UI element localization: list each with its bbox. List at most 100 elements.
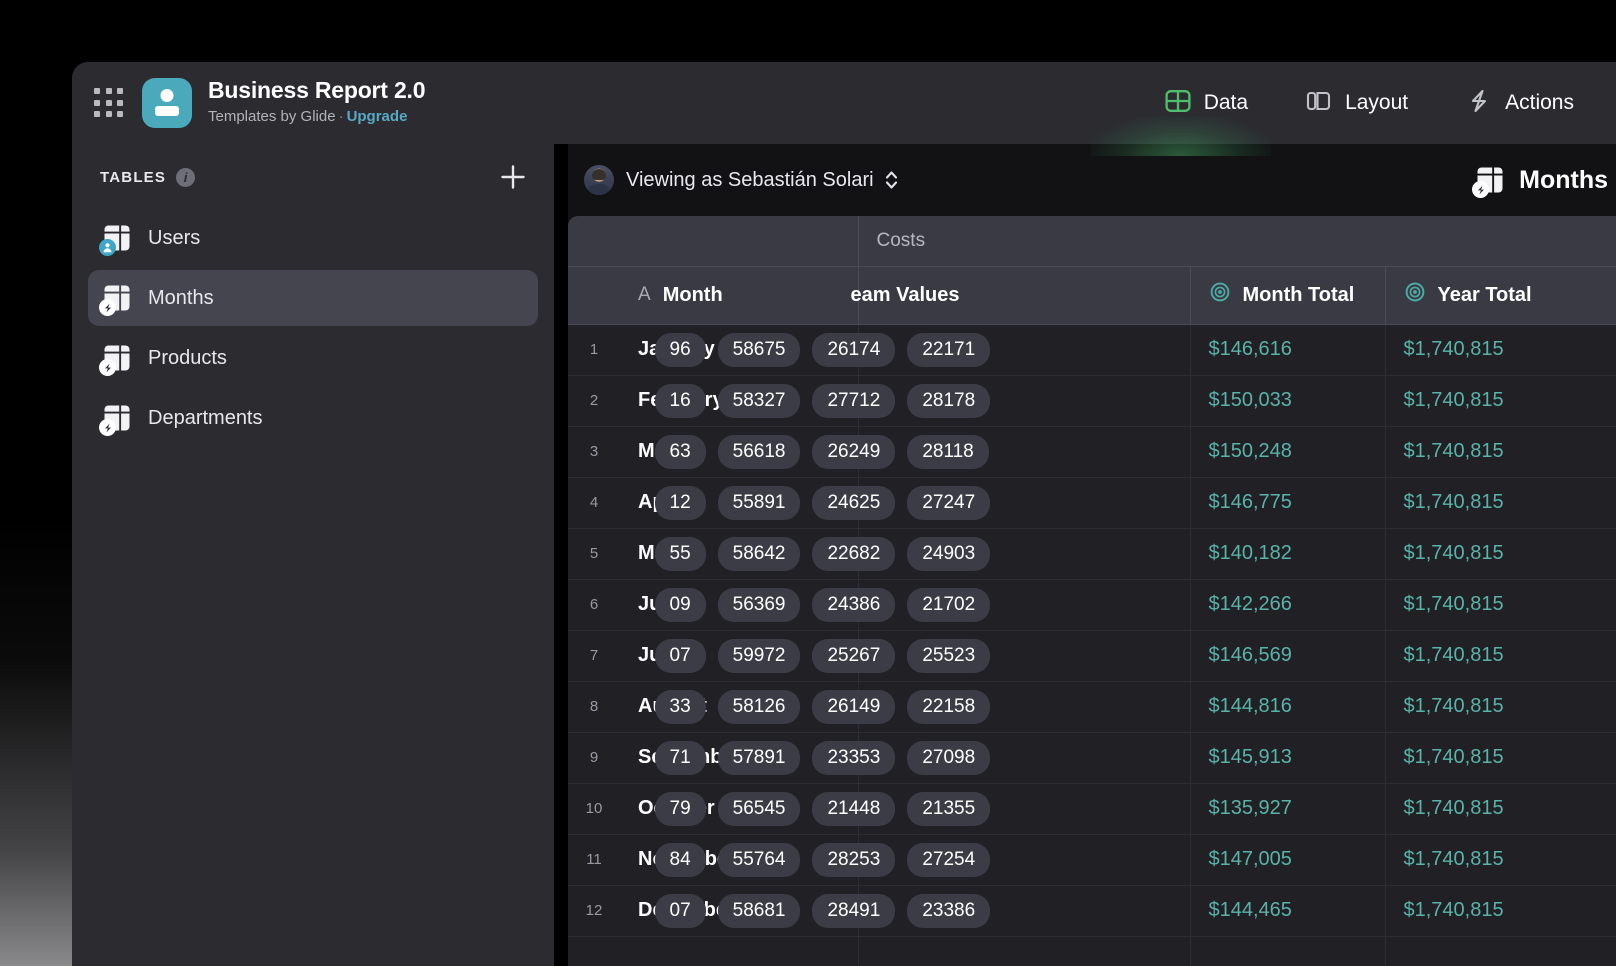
- team-value-pill: 07: [654, 893, 706, 928]
- column-header-year-total-label: Year Total: [1437, 283, 1532, 306]
- table-row[interactable]: 12December07586812849123386$144,465$1,74…: [568, 885, 1616, 937]
- cell-month-total[interactable]: $146,616: [1189, 324, 1385, 376]
- computed-icon: [1209, 281, 1231, 309]
- cell-month-total[interactable]: $145,913: [1189, 732, 1385, 784]
- cell-team-values[interactable]: 07 59972 25267 25523: [654, 630, 1190, 682]
- cell-team-values[interactable]: 79 56545 21448 21355: [654, 783, 1190, 835]
- team-values-pill-list: 79 56545 21448 21355: [637, 791, 1190, 826]
- sidebar-item-products[interactable]: Products: [88, 330, 538, 386]
- team-value-pill: 22158: [907, 689, 991, 724]
- app-window: Business Report 2.0 Templates by Glide · U…: [72, 62, 1616, 966]
- team-value-pill: 27712: [812, 383, 896, 418]
- cell-team-values[interactable]: 33 58126 26149 22158: [654, 681, 1190, 733]
- row-number: 6: [568, 579, 620, 631]
- table-row[interactable]: 2February16583272771228178$150,033$1,740…: [568, 375, 1616, 427]
- cell-team-values[interactable]: 07 58681 28491 23386: [654, 885, 1190, 937]
- table-row[interactable]: 11November84557642825327254$147,005$1,74…: [568, 834, 1616, 886]
- column-header-team-values[interactable]: eam Values: [851, 266, 1190, 325]
- table-row[interactable]: 9September71578912335327098$145,913$1,74…: [568, 732, 1616, 784]
- sidebar-item-months[interactable]: Months: [88, 270, 538, 326]
- tables-label: TABLES: [100, 168, 167, 186]
- cell-month-total[interactable]: $142,266: [1189, 579, 1385, 631]
- cell-month-total[interactable]: $144,465: [1189, 885, 1385, 937]
- cell-year-total[interactable]: $1,740,815: [1384, 885, 1616, 937]
- cell-year-total[interactable]: $1,740,815: [1384, 681, 1616, 733]
- window-body: TABLES i Users Months Products Departmen…: [72, 144, 1616, 966]
- table-row[interactable]: 6June09563692438621702$142,266$1,740,815: [568, 579, 1616, 631]
- team-value-pill: 57891: [717, 740, 801, 775]
- cell-month-total[interactable]: $135,927: [1189, 783, 1385, 835]
- column-header-month-total[interactable]: Month Total: [1189, 266, 1385, 325]
- cell-year-total[interactable]: $1,740,815: [1384, 630, 1616, 682]
- add-table-button[interactable]: [496, 160, 530, 194]
- tab-actions[interactable]: Actions: [1466, 62, 1574, 144]
- sidebar-item-months-label: Months: [148, 286, 214, 309]
- page-title: Business Report 2.0: [208, 77, 426, 104]
- months-table: Costs A Month eam Values Month Total Yea…: [568, 216, 1616, 966]
- cell-team-values[interactable]: 16 58327 27712 28178: [654, 375, 1190, 427]
- cell-month-total[interactable]: $147,005: [1189, 834, 1385, 886]
- group-blank: [568, 216, 858, 267]
- table-row[interactable]: 4April12558912462527247$146,775$1,740,81…: [568, 477, 1616, 529]
- cell-year-total[interactable]: $1,740,815: [1384, 783, 1616, 835]
- top-bar: Business Report 2.0 Templates by Glide · U…: [72, 62, 1616, 144]
- cell-team-values[interactable]: 71 57891 23353 27098: [654, 732, 1190, 784]
- cell-month-total[interactable]: $150,248: [1189, 426, 1385, 478]
- table-row-partial[interactable]: [568, 936, 1616, 966]
- team-value-pill: 58126: [717, 689, 801, 724]
- table-row[interactable]: 10October79565452144821355$135,927$1,740…: [568, 783, 1616, 835]
- cell-year-total[interactable]: $1,740,815: [1384, 477, 1616, 529]
- cell-team-values[interactable]: 63 56618 26249 28118: [654, 426, 1190, 478]
- cell-month-total[interactable]: $146,569: [1189, 630, 1385, 682]
- team-value-pill: 58327: [717, 383, 801, 418]
- column-header-team-values-label: eam Values: [850, 283, 960, 306]
- cell-month-total[interactable]: $146,775: [1189, 477, 1385, 529]
- cell-team-values[interactable]: 09 56369 24386 21702: [654, 579, 1190, 631]
- cell-year-total[interactable]: $1,740,815: [1384, 732, 1616, 784]
- cell-team-values[interactable]: 55 58642 22682 24903: [654, 528, 1190, 580]
- team-value-pill: 79: [654, 791, 706, 826]
- tab-data[interactable]: Data: [1165, 62, 1248, 144]
- cell-year-total[interactable]: $1,740,815: [1384, 324, 1616, 376]
- cell-year-total[interactable]: $1,740,815: [1384, 834, 1616, 886]
- upgrade-link[interactable]: Upgrade: [347, 108, 408, 125]
- table-row[interactable]: 1January96586752617422171$146,616$1,740,…: [568, 324, 1616, 376]
- info-icon[interactable]: i: [176, 167, 196, 187]
- apps-grid-icon[interactable]: [94, 88, 124, 118]
- team-values-pill-list: 07 59972 25267 25523: [637, 638, 1190, 673]
- cell-month-total[interactable]: $140,182: [1189, 528, 1385, 580]
- row-number: 1: [568, 324, 620, 376]
- sidebar-item-users[interactable]: Users: [88, 210, 538, 266]
- team-value-pill: 24386: [812, 587, 896, 622]
- row-number: 5: [568, 528, 620, 580]
- table-row[interactable]: 5May55586422268224903$140,182$1,740,815: [568, 528, 1616, 580]
- cell-team-values[interactable]: 12 55891 24625 27247: [654, 477, 1190, 529]
- table-row[interactable]: 7July07599722526725523$146,569$1,740,815: [568, 630, 1616, 682]
- team-value-pill: 55891: [717, 485, 801, 520]
- cell-year-total[interactable]: $1,740,815: [1384, 375, 1616, 427]
- sidebar-item-departments[interactable]: Departments: [88, 390, 538, 446]
- cell-team-values[interactable]: 96 58675 26174 22171: [654, 324, 1190, 376]
- team-value-pill: 27254: [907, 842, 991, 877]
- table-row[interactable]: 8August33581262614922158$144,816$1,740,8…: [568, 681, 1616, 733]
- cell-month-total[interactable]: $144,816: [1189, 681, 1385, 733]
- tab-layout[interactable]: Layout: [1306, 62, 1408, 144]
- app-subtitle: Templates by Glide · Upgrade: [208, 106, 425, 129]
- column-header-month[interactable]: A Month: [620, 266, 858, 325]
- table-icon: [99, 343, 132, 376]
- data-grid[interactable]: Costs A Month eam Values Month Total Yea…: [568, 216, 1616, 966]
- tab-data-label: Data: [1203, 91, 1249, 114]
- cell-month-total[interactable]: $150,033: [1189, 375, 1385, 427]
- table-icon: [99, 403, 132, 436]
- cell-year-total[interactable]: $1,740,815: [1384, 579, 1616, 631]
- computed-icon: [1404, 281, 1426, 309]
- column-header-year-total[interactable]: Year Total: [1384, 266, 1616, 325]
- cell-team-values[interactable]: 84 55764 28253 27254: [654, 834, 1190, 886]
- chevron-up-down-icon[interactable]: [884, 167, 899, 193]
- cell-year-total[interactable]: $1,740,815: [1384, 426, 1616, 478]
- cell-year-total[interactable]: $1,740,815: [1384, 528, 1616, 580]
- team-value-pill: 56369: [717, 587, 801, 622]
- team-value-pill: 58642: [717, 536, 801, 571]
- tables-section-header: TABLES i: [88, 144, 538, 210]
- table-row[interactable]: 3March63566182624928118$150,248$1,740,81…: [568, 426, 1616, 478]
